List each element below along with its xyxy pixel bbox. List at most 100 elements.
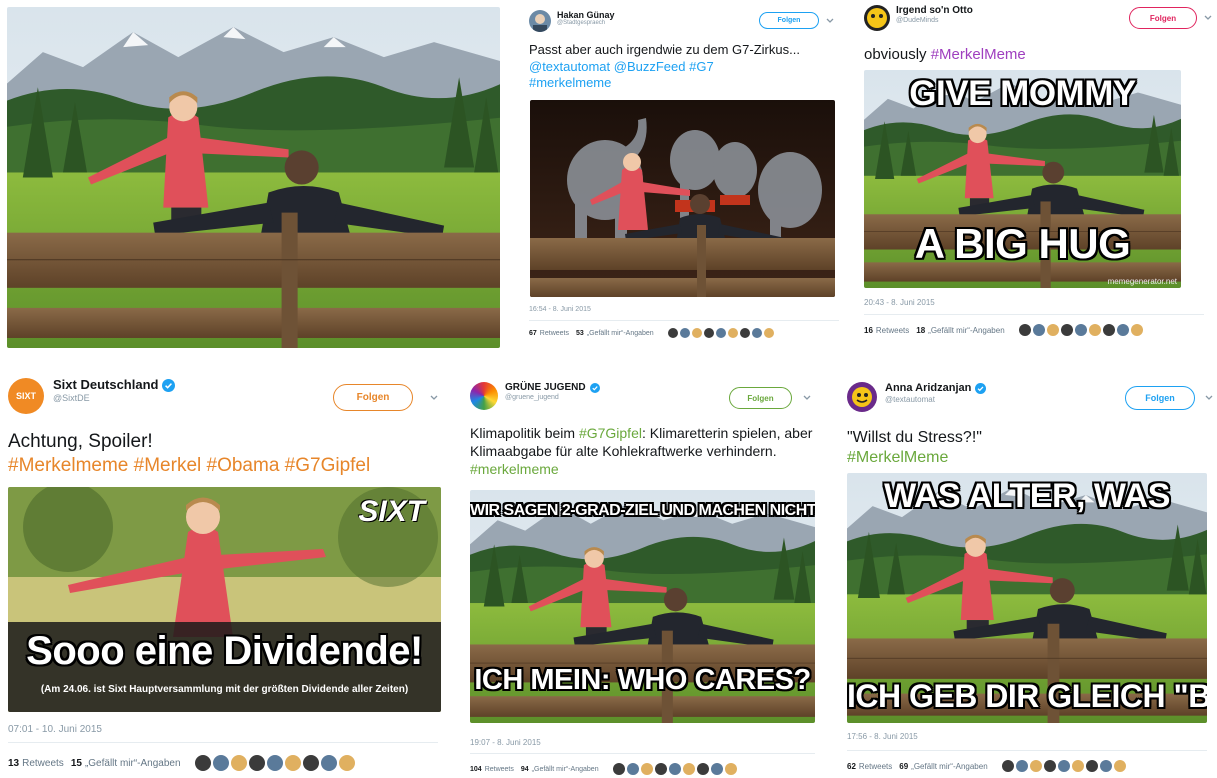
handle[interactable]: @textautomat [885,395,986,404]
liker-avatar-icon[interactable] [338,755,355,771]
liker-avatar-icon[interactable] [284,755,301,771]
timestamp[interactable]: 20:43 - 8. Juni 2015 [864,298,935,307]
liker-avatar-icon[interactable] [696,763,709,775]
liker-avatar-icon[interactable] [626,763,639,775]
liker-avatar-icon[interactable] [751,328,762,338]
liker-avatar-icon[interactable] [1043,760,1056,772]
liker-avatar-icon[interactable] [679,328,690,338]
chevron-down-icon[interactable] [1201,11,1215,25]
liker-avatar-icon[interactable] [763,328,774,338]
sixt-avatar[interactable]: SIXT [8,378,44,414]
sixt-dividende-image[interactable]: SIXT Sooo eine Dividende! (Am 24.06. ist… [8,487,441,712]
merkel-obama-photo[interactable] [7,7,500,348]
was-alter-meme-image[interactable]: WAS ALTER, WAS ICH GEB DIR GLEICH "BND" [847,473,1207,723]
hashtag-link[interactable]: #merkelmeme [470,461,559,477]
hashtag-link[interactable]: #Merkel [134,455,202,476]
display-name[interactable]: GRÜNE JUGEND [505,382,600,394]
retweets-label[interactable]: Retweets [485,766,514,773]
avatar[interactable] [864,5,890,31]
handle[interactable]: @gruene_jugend [505,394,600,402]
follow-button[interactable]: Folgen [729,387,792,409]
liker-avatar-icon[interactable] [1032,324,1045,336]
hashtag-link[interactable]: #Obama [207,455,280,476]
likes-label[interactable]: „Gefällt mir“-Angaben [85,758,181,769]
avatar[interactable] [847,382,877,412]
liker-avatar-icon[interactable] [1018,324,1031,336]
retweets-label[interactable]: Retweets [22,758,64,769]
liker-avatar-icon[interactable] [703,328,714,338]
liker-avatar-icon[interactable] [691,328,702,338]
likes-label[interactable]: „Gefällt mir“-Angaben [587,330,654,337]
timestamp[interactable]: 19:07 - 8. Juni 2015 [470,738,541,747]
liker-avatar-icon[interactable] [1015,760,1028,772]
hashtag-link[interactable]: #G7Gipfel [579,425,642,441]
timestamp[interactable]: 16:54 - 8. Juni 2015 [529,306,591,313]
liker-avatar-icon[interactable] [1046,324,1059,336]
follow-button[interactable]: Folgen [333,384,413,411]
liker-avatar-icon[interactable] [1029,760,1042,772]
liker-avatar-icon[interactable] [194,755,211,771]
liker-avatar-icon[interactable] [230,755,247,771]
timestamp[interactable]: 07:01 - 10. Juni 2015 [8,724,102,735]
retweets-label[interactable]: Retweets [540,330,569,337]
likes-label[interactable]: „Gefällt mir“-Angaben [911,762,987,771]
liker-avatar-icon[interactable] [1001,760,1014,772]
follow-button[interactable]: Folgen [1125,386,1195,410]
liker-avatar-icon[interactable] [668,763,681,775]
liker-avatar-icon[interactable] [302,755,319,771]
liker-avatar-icon[interactable] [1099,760,1112,772]
liker-avatar-icon[interactable] [1116,324,1129,336]
liker-avatar-icon[interactable] [612,763,625,775]
follow-button[interactable]: Folgen [1129,7,1197,29]
hashtag-link[interactable]: #MerkelMeme [931,46,1026,63]
liker-avatar-icon[interactable] [212,755,229,771]
display-name[interactable]: Hakan Günay [557,10,615,20]
liker-avatar-icon[interactable] [1071,760,1084,772]
give-mommy-meme-image[interactable]: GIVE MOMMY A BIG HUG memegenerator.net [864,70,1181,288]
avatar[interactable] [529,10,551,32]
retweets-label[interactable]: Retweets [876,326,909,335]
liker-avatar-icon[interactable] [266,755,283,771]
handle[interactable]: @Stadtgespraech [557,20,615,27]
likes-label[interactable]: „Gefällt mir“-Angaben [928,326,1004,335]
chevron-down-icon[interactable] [1202,391,1216,405]
chevron-down-icon[interactable] [427,391,441,405]
liker-avatar-icon[interactable] [654,763,667,775]
liker-avatar-icon[interactable] [710,763,723,775]
avatar[interactable] [470,382,498,410]
liker-avatars[interactable] [1001,760,1128,772]
likes-label[interactable]: „Gefällt mir“-Angaben [532,766,599,773]
hashtag-link[interactable]: #G7 [689,59,714,74]
liker-avatar-icon[interactable] [1113,760,1126,772]
liker-avatar-icon[interactable] [1060,324,1073,336]
liker-avatars[interactable] [612,763,739,775]
liker-avatar-icon[interactable] [667,328,678,338]
liker-avatar-icon[interactable] [1074,324,1087,336]
hashtag-link[interactable]: #merkelmeme [529,75,611,90]
circus-meme-image[interactable] [530,100,835,297]
liker-avatar-icon[interactable] [1088,324,1101,336]
chevron-down-icon[interactable] [823,14,837,28]
display-name[interactable]: Irgend so'n Otto [896,5,973,17]
handle[interactable]: @DudeMinds [896,17,973,25]
liker-avatar-icon[interactable] [1102,324,1115,336]
liker-avatars[interactable] [1018,324,1145,336]
hashtag-link[interactable]: #MerkelMeme [847,449,948,466]
liker-avatar-icon[interactable] [640,763,653,775]
liker-avatar-icon[interactable] [682,763,695,775]
liker-avatar-icon[interactable] [320,755,337,771]
hashtag-link[interactable]: #Merkelmeme [8,455,128,476]
retweets-label[interactable]: Retweets [859,762,892,771]
display-name[interactable]: Sixt Deutschland [53,377,176,393]
mention-link[interactable]: @BuzzFeed [614,59,686,74]
timestamp[interactable]: 17:56 - 8. Juni 2015 [847,732,918,741]
liker-avatar-icon[interactable] [1085,760,1098,772]
liker-avatar-icon[interactable] [724,763,737,775]
chevron-down-icon[interactable] [800,391,814,405]
display-name[interactable]: Anna Aridzanjan [885,382,987,395]
gruene-meme-image[interactable]: WIR SAGEN 2-GRAD-ZIEL UND MACHEN NICHTS … [470,490,815,723]
liker-avatars[interactable] [194,755,357,771]
liker-avatar-icon[interactable] [1130,324,1143,336]
liker-avatar-icon[interactable] [248,755,265,771]
liker-avatar-icon[interactable] [727,328,738,338]
